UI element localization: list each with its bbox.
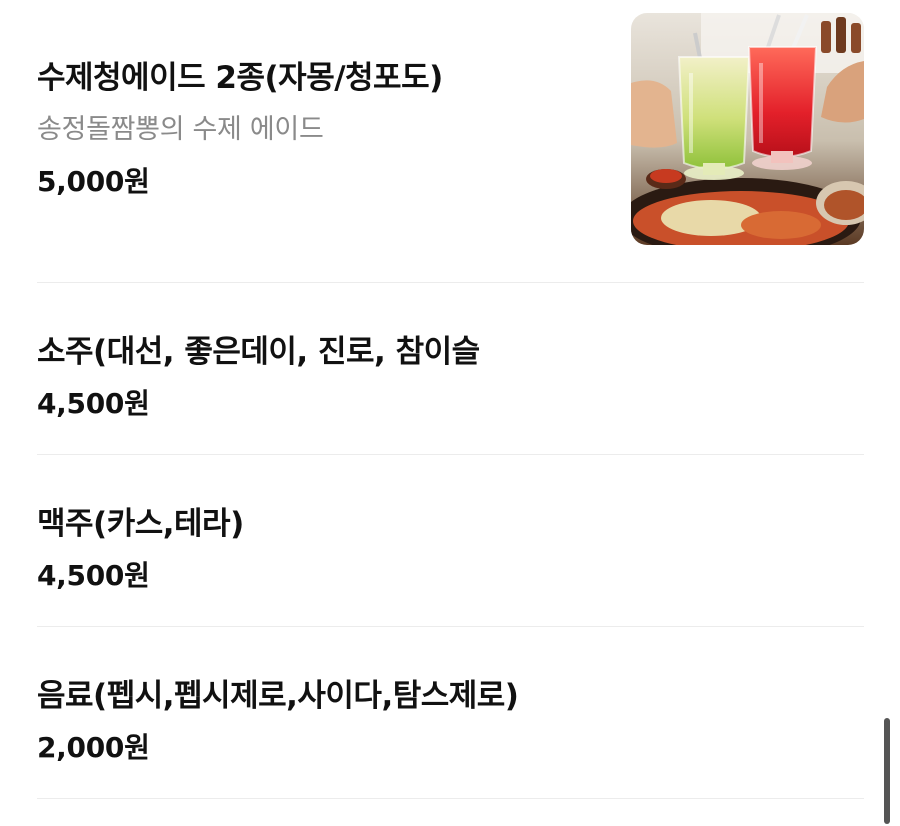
menu-item-ade[interactable]: 수제청에이드 2종(자몽/청포도) 송정돌짬뽕의 수제 에이드 5,000원: [37, 0, 864, 283]
menu-item-name: 음료(펩시,펩시제로,사이다,탐스제로): [37, 678, 519, 714]
menu-item-text: 맥주(카스,테라) 4,500원: [37, 498, 244, 602]
menu-item-price: 4,500원: [37, 387, 150, 420]
menu-item-price: 5,000원: [37, 165, 150, 198]
menu-item-name: 소주(대선, 좋은데이, 진로, 참이슬: [37, 334, 480, 370]
menu-item-text: 수제청에이드 2종(자몽/청포도) 송정돌짬뽕의 수제 에이드 5,000원: [37, 52, 443, 208]
menu-item-price: 2,000원: [37, 731, 150, 764]
menu-item-soft-drinks[interactable]: 음료(펩시,펩시제로,사이다,탐스제로) 2,000원: [37, 627, 864, 799]
scrollbar-thumb[interactable]: [884, 718, 890, 824]
menu-item-description: 송정돌짬뽕의 수제 에이드: [37, 114, 324, 145]
menu-item-name: 수제청에이드 2종(자몽/청포도): [37, 60, 443, 96]
menu-item-name: 맥주(카스,테라): [37, 506, 244, 542]
menu-item-text: 소주(대선, 좋은데이, 진로, 참이슬 4,500원: [37, 326, 480, 430]
menu-list: 수제청에이드 2종(자몽/청포도) 송정돌짬뽕의 수제 에이드 5,000원 소…: [37, 0, 864, 799]
menu-item-text: 음료(펩시,펩시제로,사이다,탐스제로) 2,000원: [37, 670, 519, 774]
ade-drinks-photo[interactable]: [631, 13, 864, 245]
menu-item-beer[interactable]: 맥주(카스,테라) 4,500원: [37, 455, 864, 627]
menu-item-soju[interactable]: 소주(대선, 좋은데이, 진로, 참이슬 4,500원: [37, 283, 864, 455]
menu-item-price: 4,500원: [37, 559, 150, 592]
